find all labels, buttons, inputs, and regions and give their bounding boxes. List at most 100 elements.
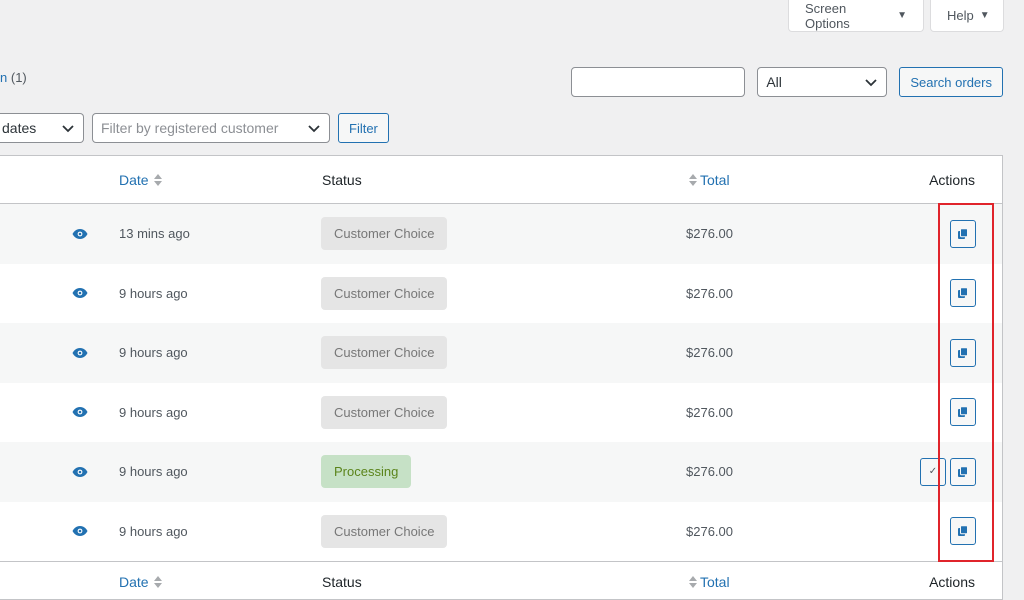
table-row: 9 hours ago Customer Choice $276.00 ✓ bbox=[0, 323, 1002, 383]
column-footer-status: Status bbox=[322, 573, 362, 590]
table-row: 9 hours ago Customer Choice $276.00 ✓ bbox=[0, 502, 1002, 562]
order-preview-button[interactable] bbox=[72, 264, 88, 324]
copy-icon bbox=[958, 287, 968, 299]
chevron-down-icon bbox=[865, 79, 877, 87]
date-filter-select[interactable]: dates bbox=[0, 113, 84, 143]
column-footer-actions: Actions bbox=[929, 573, 975, 590]
screen-meta-links: Screen Options ▼ Help ▼ bbox=[788, 0, 1004, 32]
mark-complete-button[interactable]: ✓ bbox=[920, 457, 946, 486]
column-header-total[interactable]: Total bbox=[688, 156, 730, 203]
copy-icon bbox=[958, 525, 968, 537]
status-badge: Customer Choice bbox=[321, 276, 448, 310]
copy-icon bbox=[958, 466, 968, 477]
order-actions: ✓ bbox=[920, 442, 976, 502]
chevron-down-icon bbox=[308, 125, 320, 133]
view-link[interactable]: n bbox=[0, 70, 7, 85]
screen-options-label: Screen Options bbox=[805, 0, 850, 31]
status-badge: Customer Choice bbox=[321, 395, 448, 429]
search-input[interactable] bbox=[571, 67, 746, 97]
column-header-status: Status bbox=[322, 171, 362, 188]
order-date: 9 hours ago bbox=[119, 345, 188, 361]
table-row: 13 mins ago Customer Choice $276.00 ✓ bbox=[0, 204, 1002, 264]
order-preview-button[interactable] bbox=[72, 502, 88, 562]
date-header-label: Date bbox=[119, 171, 149, 188]
sort-arrows-icon bbox=[689, 575, 697, 588]
chevron-down-icon bbox=[62, 125, 74, 133]
duplicate-order-button[interactable] bbox=[950, 279, 976, 308]
date-filter-value: dates bbox=[2, 120, 37, 136]
help-label: Help bbox=[947, 8, 974, 23]
eye-icon bbox=[72, 466, 88, 477]
orders-table: Date Status Total Actions 13 mins ago Cu… bbox=[0, 155, 1003, 600]
search-box: All Search orders bbox=[571, 67, 1003, 97]
status-badge: Processing bbox=[321, 455, 412, 489]
order-total: $276.00 bbox=[686, 464, 733, 480]
filter-button[interactable]: Filter bbox=[338, 113, 389, 143]
duplicate-order-button[interactable] bbox=[950, 338, 976, 367]
screen-options-button[interactable]: Screen Options ▼ bbox=[788, 0, 924, 32]
duplicate-order-button[interactable] bbox=[950, 398, 976, 427]
copy-icon bbox=[958, 228, 968, 239]
order-status-cell: Customer Choice bbox=[321, 323, 448, 383]
order-status-cell: Processing bbox=[321, 442, 412, 502]
status-badge: Customer Choice bbox=[321, 514, 448, 548]
order-preview-button[interactable] bbox=[72, 442, 88, 502]
customer-filter-placeholder: Filter by registered customer bbox=[101, 120, 279, 136]
duplicate-order-button[interactable] bbox=[950, 219, 976, 248]
total-header-label: Total bbox=[700, 171, 730, 188]
table-filters: dates Filter by registered customer Filt… bbox=[0, 113, 389, 143]
column-footer-date[interactable]: Date bbox=[119, 562, 163, 600]
table-footer: Date Status Total Actions bbox=[0, 561, 1002, 600]
column-footer-total[interactable]: Total bbox=[688, 562, 730, 600]
search-orders-button[interactable]: Search orders bbox=[899, 67, 1003, 97]
order-total: $276.00 bbox=[686, 523, 733, 539]
order-date: 13 mins ago bbox=[119, 226, 190, 242]
eye-icon bbox=[72, 526, 88, 537]
sort-arrows-icon bbox=[689, 173, 697, 186]
order-status-cell: Customer Choice bbox=[321, 502, 448, 562]
total-footer-label: Total bbox=[700, 573, 730, 590]
order-status-cell: Customer Choice bbox=[321, 264, 448, 324]
order-date: 9 hours ago bbox=[119, 523, 188, 539]
table-row: 9 hours ago Processing $276.00 ✓ bbox=[0, 442, 1002, 502]
date-footer-label: Date bbox=[119, 573, 149, 590]
order-date: 9 hours ago bbox=[119, 464, 188, 480]
eye-icon bbox=[72, 347, 88, 358]
eye-icon bbox=[72, 407, 88, 418]
view-count: (1) bbox=[10, 70, 27, 85]
status-badge: Customer Choice bbox=[321, 336, 448, 370]
order-status-cell: Customer Choice bbox=[321, 383, 448, 443]
duplicate-order-button[interactable] bbox=[950, 517, 976, 546]
caret-down-icon: ▼ bbox=[897, 10, 907, 21]
order-views: n (1) bbox=[0, 70, 27, 85]
eye-icon bbox=[72, 288, 88, 299]
duplicate-order-button[interactable] bbox=[950, 457, 976, 486]
copy-icon bbox=[958, 347, 968, 358]
customer-filter-select[interactable]: Filter by registered customer bbox=[92, 113, 330, 143]
status-filter-select[interactable]: All bbox=[757, 67, 888, 97]
eye-icon bbox=[72, 228, 88, 239]
order-preview-button[interactable] bbox=[72, 323, 88, 383]
order-total: $276.00 bbox=[686, 345, 733, 361]
table-row: 9 hours ago Customer Choice $276.00 ✓ bbox=[0, 264, 1002, 324]
order-date: 9 hours ago bbox=[119, 285, 188, 301]
help-button[interactable]: Help ▼ bbox=[930, 0, 1004, 32]
status-filter-value: All bbox=[766, 74, 782, 90]
order-date: 9 hours ago bbox=[119, 404, 188, 420]
table-header: Date Status Total Actions bbox=[0, 156, 1002, 204]
caret-down-icon: ▼ bbox=[979, 10, 990, 21]
order-status-cell: Customer Choice bbox=[321, 204, 448, 264]
order-actions: ✓ bbox=[950, 383, 976, 443]
order-total: $276.00 bbox=[686, 285, 733, 301]
checkmark-icon: ✓ bbox=[928, 466, 938, 478]
order-preview-button[interactable] bbox=[72, 383, 88, 443]
sort-arrows-icon bbox=[153, 173, 162, 186]
order-preview-button[interactable] bbox=[72, 204, 88, 264]
order-actions: ✓ bbox=[950, 204, 976, 264]
order-total: $276.00 bbox=[686, 226, 733, 242]
status-badge: Customer Choice bbox=[321, 217, 448, 251]
order-actions: ✓ bbox=[950, 502, 976, 562]
column-header-date[interactable]: Date bbox=[119, 156, 163, 203]
order-actions: ✓ bbox=[950, 264, 976, 324]
sort-arrows-icon bbox=[153, 575, 162, 588]
